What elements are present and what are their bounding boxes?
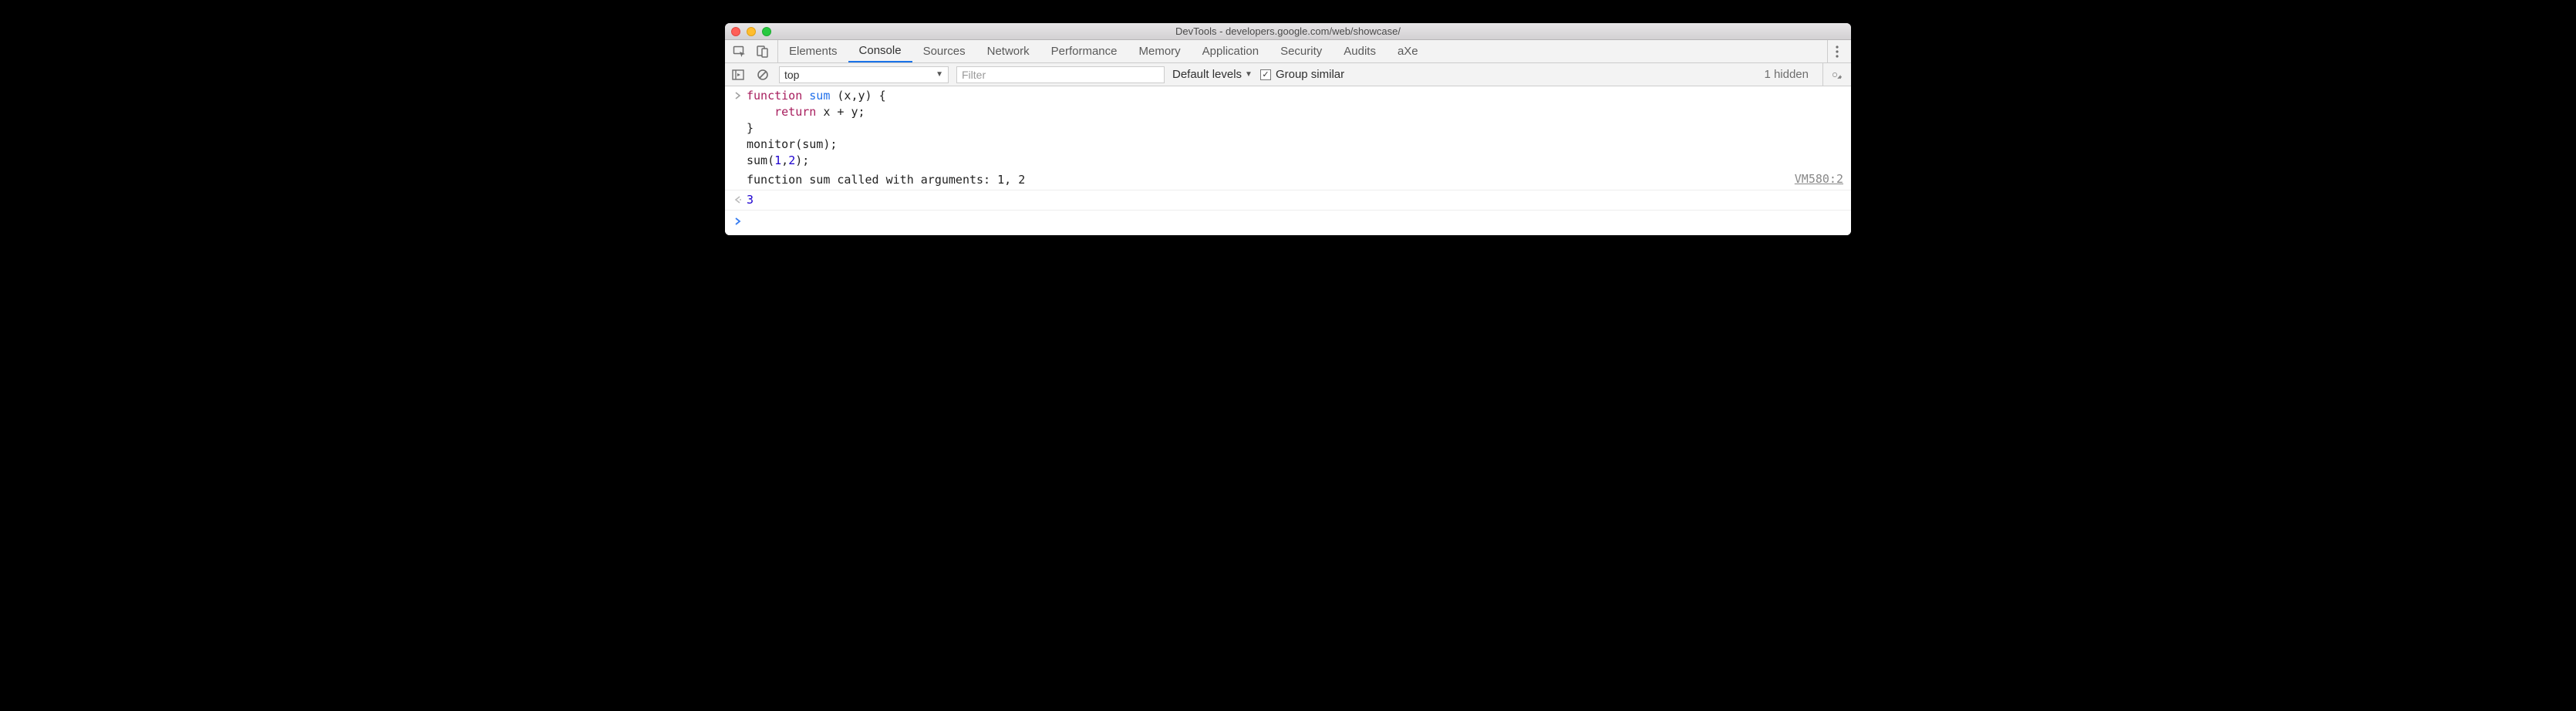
console-log-row: function sum called with arguments: 1, 2… bbox=[725, 170, 1851, 190]
console-prompt-input[interactable] bbox=[747, 214, 1846, 227]
log-gutter bbox=[730, 172, 747, 188]
devtools-window: DevTools - developers.google.com/web/sho… bbox=[725, 23, 1851, 235]
more-options-button[interactable] bbox=[1827, 40, 1846, 62]
input-chevron-icon bbox=[730, 88, 747, 169]
console-prompt-row[interactable] bbox=[725, 211, 1851, 235]
window-title: DevTools - developers.google.com/web/sho… bbox=[725, 25, 1851, 37]
context-selector[interactable]: top ▼ bbox=[779, 66, 949, 83]
chevron-down-icon: ▼ bbox=[1245, 70, 1253, 79]
console-output: function sum (x,y) { return x + y; } mon… bbox=[725, 86, 1851, 235]
tab-audits[interactable]: Audits bbox=[1333, 40, 1387, 62]
tab-memory[interactable]: Memory bbox=[1128, 40, 1192, 62]
console-result-value: 3 bbox=[747, 192, 1843, 208]
inspect-tools bbox=[730, 40, 778, 62]
titlebar: DevTools - developers.google.com/web/sho… bbox=[725, 23, 1851, 40]
toggle-sidebar-button[interactable] bbox=[730, 66, 747, 83]
console-log-source-link[interactable]: VM580:2 bbox=[1787, 172, 1843, 188]
console-log-message: function sum called with arguments: 1, 2 bbox=[747, 172, 1787, 188]
panel-tabs: Elements Console Sources Network Perform… bbox=[725, 40, 1851, 63]
clear-console-button[interactable] bbox=[754, 66, 771, 83]
tab-network[interactable]: Network bbox=[976, 40, 1040, 62]
filter-placeholder: Filter bbox=[962, 69, 986, 81]
console-result-row: 3 bbox=[725, 190, 1851, 211]
filter-input[interactable]: Filter bbox=[956, 66, 1165, 83]
prompt-chevron-icon bbox=[730, 214, 747, 227]
checkbox-icon: ✓ bbox=[1260, 69, 1271, 80]
context-selector-value: top bbox=[784, 69, 799, 81]
console-input-code[interactable]: function sum (x,y) { return x + y; } mon… bbox=[747, 88, 1843, 169]
console-input-row: function sum (x,y) { return x + y; } mon… bbox=[725, 86, 1851, 170]
tab-sources[interactable]: Sources bbox=[912, 40, 976, 62]
hidden-messages-count[interactable]: 1 hidden bbox=[1764, 68, 1815, 81]
log-levels-selector[interactable]: Default levels ▼ bbox=[1172, 68, 1253, 81]
group-similar-checkbox[interactable]: ✓ Group similar bbox=[1260, 68, 1344, 81]
panel-tab-list: Elements Console Sources Network Perform… bbox=[778, 40, 1429, 62]
result-chevron-icon bbox=[730, 192, 747, 208]
inspect-element-icon[interactable] bbox=[733, 45, 747, 59]
tab-elements[interactable]: Elements bbox=[778, 40, 848, 62]
log-levels-label: Default levels bbox=[1172, 68, 1242, 81]
tab-security[interactable]: Security bbox=[1269, 40, 1333, 62]
group-similar-label: Group similar bbox=[1276, 68, 1344, 81]
tab-performance[interactable]: Performance bbox=[1040, 40, 1128, 62]
chevron-down-icon: ▼ bbox=[936, 70, 943, 79]
tab-axe[interactable]: aXe bbox=[1387, 40, 1429, 62]
tab-application[interactable]: Application bbox=[1192, 40, 1269, 62]
console-settings-button[interactable] bbox=[1822, 63, 1846, 86]
tab-console[interactable]: Console bbox=[848, 40, 912, 62]
device-toolbar-icon[interactable] bbox=[756, 45, 770, 59]
console-toolbar: top ▼ Filter Default levels ▼ ✓ Group si… bbox=[725, 63, 1851, 86]
